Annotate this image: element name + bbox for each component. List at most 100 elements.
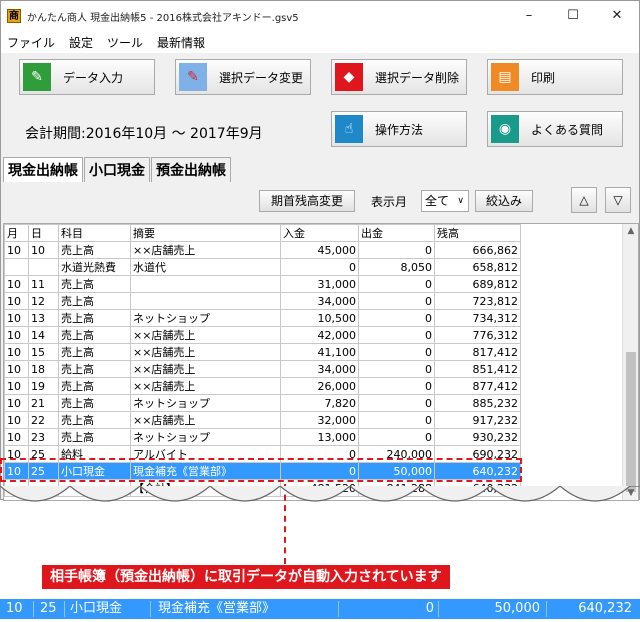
cell-day[interactable]: 18 bbox=[28, 360, 59, 378]
menu-news[interactable]: 最新情報 bbox=[157, 34, 205, 51]
cell-deposit[interactable]: 13,000 bbox=[280, 428, 359, 446]
cell-description[interactable]: ××店舗売上 bbox=[130, 411, 281, 429]
cell-withdrawal[interactable]: 0 bbox=[358, 241, 435, 259]
cell-deposit[interactable]: 41,100 bbox=[280, 343, 359, 361]
cell-month[interactable]: 10 bbox=[4, 275, 29, 293]
opening-balance-button[interactable]: 期首残高変更 bbox=[259, 190, 355, 212]
cell-description[interactable]: 水道代 bbox=[130, 258, 281, 276]
cell-day[interactable]: 11 bbox=[28, 275, 59, 293]
cell-account[interactable]: 売上高 bbox=[58, 428, 131, 446]
cell-withdrawal[interactable]: 0 bbox=[358, 394, 435, 412]
cell-withdrawal[interactable]: 8,050 bbox=[358, 258, 435, 276]
cell-balance[interactable]: 658,812 bbox=[434, 258, 521, 276]
table-row[interactable]: 水道光熱費 水道代 0 8,050 658,812 bbox=[4, 258, 521, 276]
close-button[interactable]: ✕ bbox=[595, 1, 639, 31]
table-row[interactable]: 10 10 売上高 ××店舗売上 45,000 0 666,862 bbox=[4, 241, 521, 259]
cell-withdrawal[interactable]: 0 bbox=[358, 377, 435, 395]
tab-petty-cash[interactable]: 小口現金 bbox=[84, 157, 150, 182]
cell-description[interactable] bbox=[130, 292, 281, 310]
cell-deposit[interactable]: 32,000 bbox=[280, 411, 359, 429]
table-row[interactable]: 10 21 売上高 ネットショップ 7,820 0 885,232 bbox=[4, 394, 521, 412]
table-row[interactable]: 10 19 売上高 ××店舗売上 26,000 0 877,412 bbox=[4, 377, 521, 395]
cell-withdrawal[interactable]: 0 bbox=[358, 411, 435, 429]
menu-file[interactable]: ファイル bbox=[7, 34, 55, 51]
cell-withdrawal[interactable]: 0 bbox=[358, 360, 435, 378]
cell-deposit[interactable]: 45,000 bbox=[280, 241, 359, 259]
narrow-button[interactable]: 絞込み bbox=[475, 190, 533, 212]
cell-deposit[interactable]: 42,000 bbox=[280, 326, 359, 344]
cell-month[interactable]: 10 bbox=[4, 343, 29, 361]
cell-balance[interactable]: 734,312 bbox=[434, 309, 521, 327]
cell-day[interactable]: 19 bbox=[28, 377, 59, 395]
cell-account[interactable]: 売上高 bbox=[58, 241, 131, 259]
cell-balance[interactable]: 666,862 bbox=[434, 241, 521, 259]
table-row[interactable]: 10 12 売上高 34,000 0 723,812 bbox=[4, 292, 521, 310]
column-header-withdrawal[interactable]: 出金 bbox=[358, 224, 435, 242]
scroll-thumb[interactable] bbox=[626, 352, 636, 492]
cell-deposit[interactable]: 26,000 bbox=[280, 377, 359, 395]
cell-month[interactable]: 10 bbox=[4, 241, 29, 259]
cell-deposit[interactable]: 7,820 bbox=[280, 394, 359, 412]
cell-deposit[interactable]: 0 bbox=[280, 258, 359, 276]
cell-account[interactable]: 売上高 bbox=[58, 292, 131, 310]
cell-withdrawal[interactable]: 0 bbox=[358, 326, 435, 344]
cell-deposit[interactable]: 34,000 bbox=[280, 360, 359, 378]
cell-deposit[interactable]: 31,000 bbox=[280, 275, 359, 293]
cell-day[interactable]: 21 bbox=[28, 394, 59, 412]
cell-withdrawal[interactable]: 0 bbox=[358, 292, 435, 310]
column-header-account[interactable]: 科目 bbox=[58, 224, 131, 242]
table-row[interactable]: 10 11 売上高 31,000 0 689,812 bbox=[4, 275, 521, 293]
vertical-scrollbar[interactable]: ▲ ▼ bbox=[622, 224, 638, 500]
cell-account[interactable]: 売上高 bbox=[58, 275, 131, 293]
cell-description[interactable]: ××店舗売上 bbox=[130, 326, 281, 344]
cell-description[interactable] bbox=[130, 275, 281, 293]
tab-deposit-book[interactable]: 預金出納帳 bbox=[151, 157, 231, 182]
cell-day[interactable]: 15 bbox=[28, 343, 59, 361]
cell-account[interactable]: 売上高 bbox=[58, 411, 131, 429]
cell-withdrawal[interactable]: 0 bbox=[358, 343, 435, 361]
tab-cash-book[interactable]: 現金出納帳 bbox=[3, 157, 83, 182]
cell-account[interactable]: 売上高 bbox=[58, 394, 131, 412]
cell-account[interactable]: 水道光熱費 bbox=[58, 258, 131, 276]
cell-deposit[interactable]: 10,500 bbox=[280, 309, 359, 327]
cell-day[interactable] bbox=[28, 258, 59, 276]
cell-account[interactable]: 売上高 bbox=[58, 360, 131, 378]
table-row[interactable]: 10 14 売上高 ××店舗売上 42,000 0 776,312 bbox=[4, 326, 521, 344]
cell-month[interactable]: 10 bbox=[4, 326, 29, 344]
cell-balance[interactable]: 877,412 bbox=[434, 377, 521, 395]
cell-day[interactable]: 22 bbox=[28, 411, 59, 429]
cell-month[interactable]: 10 bbox=[4, 292, 29, 310]
display-month-select[interactable]: 全て ∨ bbox=[421, 190, 469, 212]
cell-month[interactable]: 10 bbox=[4, 360, 29, 378]
cell-withdrawal[interactable]: 0 bbox=[358, 428, 435, 446]
how-to-button[interactable]: ☝ 操作方法 bbox=[331, 111, 467, 147]
cell-balance[interactable]: 885,232 bbox=[434, 394, 521, 412]
cell-description[interactable]: ××店舗売上 bbox=[130, 343, 281, 361]
column-header-balance[interactable]: 残高 bbox=[434, 224, 521, 242]
menu-tools[interactable]: ツール bbox=[107, 34, 143, 51]
data-entry-button[interactable]: ✎ データ入力 bbox=[19, 59, 155, 95]
cell-balance[interactable]: 817,412 bbox=[434, 343, 521, 361]
cell-balance[interactable]: 930,232 bbox=[434, 428, 521, 446]
cell-month[interactable]: 10 bbox=[4, 377, 29, 395]
cell-balance[interactable]: 776,312 bbox=[434, 326, 521, 344]
cell-description[interactable]: ××店舗売上 bbox=[130, 377, 281, 395]
cell-balance[interactable]: 723,812 bbox=[434, 292, 521, 310]
cell-day[interactable]: 23 bbox=[28, 428, 59, 446]
table-row[interactable]: 10 22 売上高 ××店舗売上 32,000 0 917,232 bbox=[4, 411, 521, 429]
cell-month[interactable]: 10 bbox=[4, 411, 29, 429]
cell-account[interactable]: 売上高 bbox=[58, 343, 131, 361]
cell-description[interactable]: ネットショップ bbox=[130, 428, 281, 446]
cell-description[interactable]: ネットショップ bbox=[130, 309, 281, 327]
move-up-button[interactable]: △ bbox=[571, 187, 597, 213]
cell-balance[interactable]: 851,412 bbox=[434, 360, 521, 378]
cell-balance[interactable]: 689,812 bbox=[434, 275, 521, 293]
scroll-up-icon[interactable]: ▲ bbox=[623, 226, 638, 236]
minimize-button[interactable]: – bbox=[507, 1, 551, 31]
column-header-month[interactable]: 月 bbox=[4, 224, 29, 242]
cell-withdrawal[interactable]: 0 bbox=[358, 275, 435, 293]
cell-day[interactable]: 13 bbox=[28, 309, 59, 327]
cell-day[interactable]: 10 bbox=[28, 241, 59, 259]
cell-account[interactable]: 売上高 bbox=[58, 326, 131, 344]
cell-day[interactable]: 14 bbox=[28, 326, 59, 344]
